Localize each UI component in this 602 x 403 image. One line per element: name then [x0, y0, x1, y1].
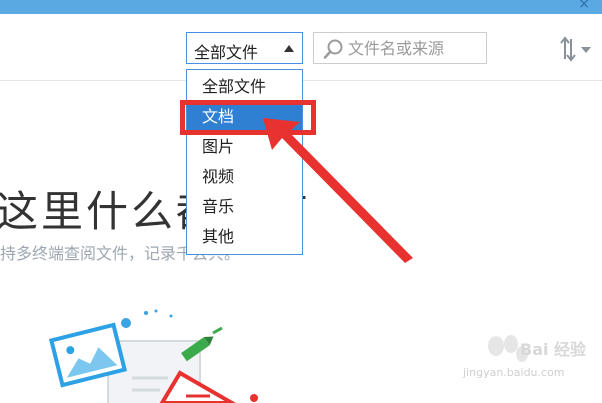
dropdown-option-images[interactable]: 图片	[187, 133, 302, 161]
dropdown-option-videos[interactable]: 视频	[187, 163, 302, 191]
file-type-dropdown: 全部文件 文档 图片 视频 音乐 其他	[186, 69, 303, 255]
dropdown-option-other[interactable]: 其他	[187, 223, 302, 251]
dropdown-option-music[interactable]: 音乐	[187, 193, 302, 221]
dropdown-option-all[interactable]: 全部文件	[187, 73, 302, 101]
dropdown-option-documents[interactable]: 文档	[187, 103, 302, 131]
watermark-url: jingyan.baidu.com	[463, 366, 565, 379]
watermark-logo-text: Bai 经验	[520, 340, 587, 359]
